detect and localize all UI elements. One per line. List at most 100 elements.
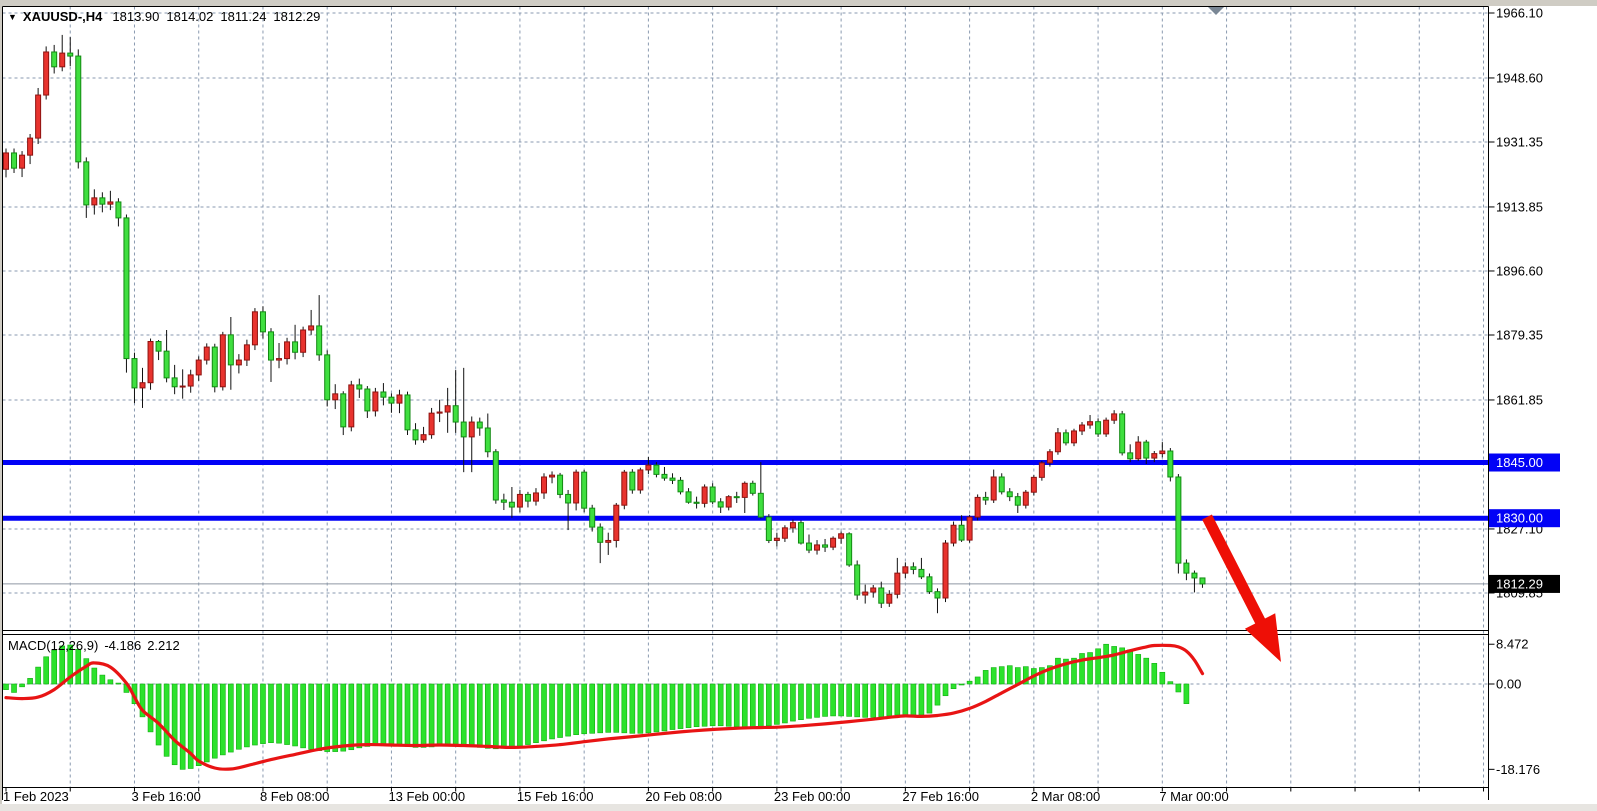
- macd-histogram-bar: [1080, 653, 1085, 684]
- macd-histogram-bar: [558, 684, 563, 738]
- macd-histogram-bar: [357, 684, 362, 748]
- macd-histogram-bar: [429, 684, 434, 747]
- candle-body-bear: [1144, 442, 1149, 458]
- time-tick-label: 13 Feb 00:00: [388, 789, 465, 804]
- candle-body-bear: [558, 475, 563, 494]
- ohlc-close: 1812.29: [273, 9, 320, 24]
- candle-body-bear: [1063, 433, 1068, 443]
- macd-histogram-bar: [927, 684, 932, 713]
- macd-histogram-bar: [244, 684, 249, 747]
- macd-histogram-bar: [742, 684, 747, 727]
- macd-histogram-bar: [405, 684, 410, 746]
- macd-histogram-bar: [815, 684, 820, 717]
- candle-body-bear: [132, 359, 137, 388]
- candle-body-bull: [790, 523, 795, 528]
- macd-histogram-bar: [686, 684, 691, 728]
- price-tick-label: 1931.35: [1496, 134, 1543, 149]
- macd-histogram-bar: [734, 684, 739, 727]
- macd-histogram-bar: [100, 675, 105, 684]
- macd-histogram-bar: [413, 684, 418, 747]
- candle-body-bear: [341, 394, 346, 427]
- candle-body-bull: [252, 312, 257, 345]
- candle-body-bear: [1120, 414, 1125, 453]
- macd-histogram-bar: [638, 684, 643, 733]
- macd-histogram-bar: [333, 684, 338, 752]
- price-tick-label: 1913.85: [1496, 199, 1543, 214]
- candle-body-bear: [758, 493, 763, 517]
- chart-title: ▼XAUUSD-,H41813.901814.021811.241812.29: [8, 9, 327, 24]
- macd-histogram-bar: [349, 684, 354, 750]
- macd-histogram-bar: [1015, 668, 1020, 684]
- candle-body-bear: [477, 422, 482, 428]
- candle-body-bull: [1071, 431, 1076, 443]
- candle-body-bull: [4, 153, 9, 169]
- candle-body-bull: [309, 326, 314, 330]
- macd-histogram-bar: [268, 684, 273, 743]
- macd-name: MACD(12,26,9): [8, 638, 98, 653]
- candle-body-bear: [493, 452, 498, 500]
- macd-histogram-bar: [951, 684, 956, 689]
- candle-body-bull: [445, 406, 450, 412]
- candle-body-bear: [212, 347, 217, 387]
- candle-body-bull: [614, 505, 619, 540]
- candle-body-bull: [373, 392, 378, 411]
- candle-body-bull: [646, 465, 651, 470]
- candlestick-chart-canvas[interactable]: 1966.101948.601931.351913.851896.601879.…: [0, 0, 1597, 811]
- macd-histogram-bar: [44, 657, 49, 684]
- candle-body-bear: [598, 527, 603, 542]
- candle-body-bear: [654, 465, 659, 474]
- candle-body-bull: [839, 534, 844, 538]
- macd-histogram-bar: [477, 684, 482, 747]
- candle-body-bear: [68, 53, 73, 56]
- macd-histogram-bar: [959, 684, 964, 685]
- candle-body-bull: [606, 540, 611, 542]
- candle-body-bull: [951, 525, 956, 543]
- candle-body-bull: [469, 422, 474, 437]
- candle-body-bear: [461, 422, 466, 437]
- level-price-badge-text: 1845.00: [1496, 455, 1543, 470]
- time-tick-label: 3 Feb 16:00: [131, 789, 200, 804]
- candle-body-bull: [421, 435, 426, 440]
- candle-body-bull: [903, 567, 908, 573]
- candle-body-bull: [437, 412, 442, 413]
- price-tick-label: 1861.85: [1496, 392, 1543, 407]
- candle-body-bear: [268, 332, 273, 360]
- candle-body-bear: [798, 523, 803, 543]
- candle-body-bear: [317, 326, 322, 355]
- macd-histogram-bar: [36, 667, 41, 684]
- symbol-dropdown-icon[interactable]: ▼: [8, 12, 17, 22]
- macd-indicator-label: MACD(12,26,9)-4.1862.212: [8, 638, 186, 653]
- macd-histogram-bar: [52, 650, 57, 684]
- candle-body-bear: [935, 592, 940, 598]
- candle-body-bear: [686, 492, 691, 502]
- candle-body-bull: [236, 360, 241, 365]
- candle-body-bear: [501, 500, 506, 502]
- macd-histogram-bar: [517, 684, 522, 746]
- current-price-badge-text: 1812.29: [1496, 576, 1543, 591]
- candle-body-bear: [1176, 477, 1181, 563]
- time-tick-label: 2 Mar 08:00: [1031, 789, 1100, 804]
- candle-body-bull: [148, 342, 153, 383]
- macd-histogram-bar: [1144, 658, 1149, 684]
- macd-histogram-bar: [1104, 644, 1109, 684]
- macd-histogram-bar: [1176, 684, 1181, 692]
- macd-histogram-bar: [533, 684, 538, 743]
- macd-histogram-bar: [726, 684, 731, 726]
- time-tick-label: 27 Feb 16:00: [902, 789, 979, 804]
- candle-body-bull: [815, 545, 820, 550]
- macd-histogram-bar: [847, 684, 852, 716]
- macd-histogram-bar: [381, 684, 386, 745]
- macd-histogram-bar: [1184, 684, 1189, 704]
- macd-histogram-bar: [1136, 654, 1141, 684]
- macd-histogram-bar: [389, 684, 394, 745]
- candle-body-bull: [967, 517, 972, 540]
- macd-histogram-bar: [12, 684, 17, 692]
- candle-body-bear: [959, 525, 964, 540]
- candle-body-bear: [1192, 573, 1197, 578]
- macd-histogram-bar: [148, 684, 153, 732]
- candle-body-bull: [638, 470, 643, 490]
- candle-body-bear: [1015, 497, 1020, 506]
- candle-body-bull: [277, 359, 282, 360]
- candle-body-bear: [566, 494, 571, 503]
- macd-signal-value: 2.212: [147, 638, 180, 653]
